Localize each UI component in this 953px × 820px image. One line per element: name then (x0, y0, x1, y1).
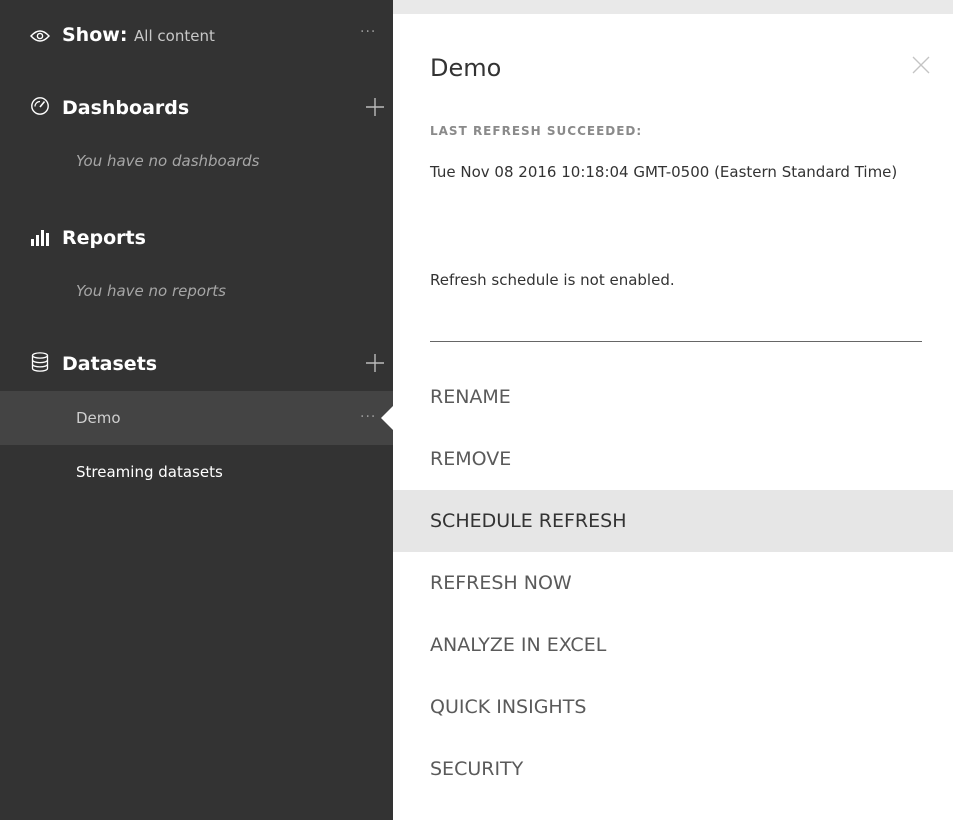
menu-item-analyze-in-excel[interactable]: ANALYZE IN EXCEL (393, 614, 953, 676)
top-strip (393, 0, 953, 14)
panel-title: Demo (430, 54, 502, 82)
menu-item-rename[interactable]: RENAME (393, 366, 953, 428)
add-dataset-plus-icon[interactable] (364, 352, 386, 374)
last-refresh-label: LAST REFRESH SUCCEEDED: (430, 124, 643, 138)
last-refresh-time: Tue Nov 08 2016 10:18:04 GMT-0500 (Easte… (430, 163, 898, 181)
menu-item-refresh-now[interactable]: REFRESH NOW (393, 552, 953, 614)
dataset-item-demo-selected-bg (0, 391, 393, 445)
menu-item-security[interactable]: SECURITY (393, 738, 953, 800)
show-filter[interactable]: Show: All content ··· (0, 22, 393, 50)
page: Show: All content ··· Dashboards You hav… (0, 0, 953, 820)
show-filter-text: Show: All content (62, 24, 215, 46)
reports-heading: Reports (62, 227, 146, 249)
dashboards-empty-message: You have no dashboards (76, 152, 260, 170)
dataset-demo-ellipsis-icon[interactable]: ··· (360, 409, 376, 425)
panel-divider (430, 341, 922, 342)
dashboards-section-header[interactable]: Dashboards (0, 92, 393, 122)
dataset-item-demo[interactable]: Demo (76, 409, 121, 427)
dataset-actions-menu: RENAME REMOVE SCHEDULE REFRESH REFRESH N… (393, 366, 953, 800)
dataset-flyout-panel: Demo LAST REFRESH SUCCEEDED: Tue Nov 08 … (393, 14, 953, 820)
database-icon (30, 352, 50, 372)
menu-item-schedule-refresh[interactable]: SCHEDULE REFRESH (393, 490, 953, 552)
bar-chart-icon (30, 227, 50, 247)
datasets-heading: Datasets (62, 353, 158, 375)
menu-item-remove[interactable]: REMOVE (393, 428, 953, 490)
schedule-status-note: Refresh schedule is not enabled. (430, 271, 675, 289)
close-icon (912, 56, 930, 74)
gauge-icon (30, 96, 50, 116)
menu-item-quick-insights[interactable]: QUICK INSIGHTS (393, 676, 953, 738)
dashboards-heading: Dashboards (62, 97, 190, 119)
show-ellipsis-icon[interactable]: ··· (360, 24, 376, 40)
add-dashboard-plus-icon[interactable] (364, 96, 386, 118)
close-button[interactable] (910, 54, 932, 76)
reports-section-header[interactable]: Reports (0, 222, 393, 252)
show-value: All content (134, 27, 215, 45)
datasets-section-header[interactable]: Datasets (0, 348, 393, 378)
eye-icon (30, 26, 50, 46)
dataset-item-streaming[interactable]: Streaming datasets (76, 463, 223, 481)
show-label: Show: (62, 24, 128, 46)
sidebar: Show: All content ··· Dashboards You hav… (0, 0, 393, 820)
reports-empty-message: You have no reports (76, 282, 226, 300)
